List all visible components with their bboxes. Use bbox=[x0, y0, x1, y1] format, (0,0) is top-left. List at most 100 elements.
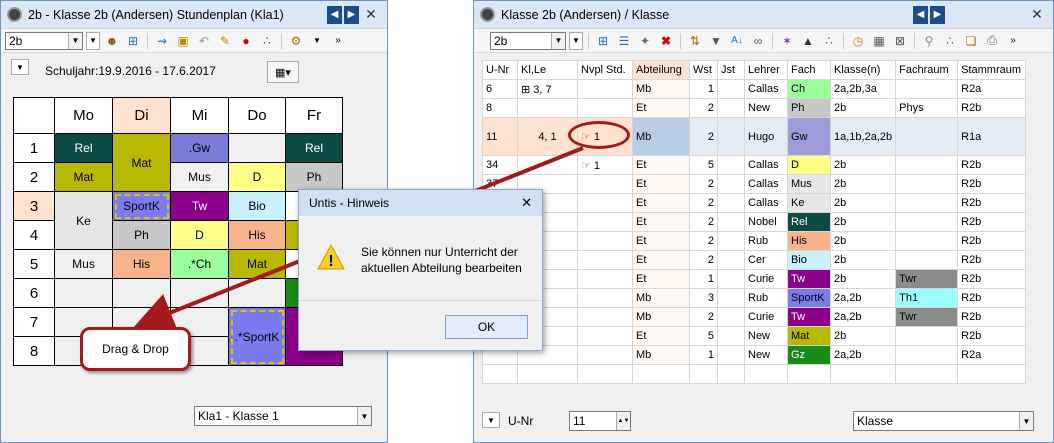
table-cell-empty[interactable] bbox=[689, 364, 718, 384]
table-cell-abt[interactable]: Mb bbox=[632, 345, 690, 365]
new-icon[interactable]: ✦ bbox=[636, 32, 654, 50]
print-icon[interactable]: ⎙ bbox=[983, 32, 1001, 50]
lesson-cell[interactable]: D bbox=[170, 220, 229, 250]
table-cell-abt[interactable]: Et bbox=[632, 250, 690, 270]
table-row[interactable]: Mb 1 New Gz 2a,2b R2a bbox=[482, 345, 1027, 365]
table-cell-wst[interactable]: 2 bbox=[689, 98, 718, 118]
column-header[interactable]: Klasse(n) bbox=[829, 60, 897, 80]
grid-plus-icon[interactable]: ⊞ bbox=[124, 32, 142, 50]
table-cell-jst[interactable] bbox=[717, 98, 745, 118]
column-header[interactable]: Lehrer bbox=[744, 60, 788, 80]
table-cell-stammraum[interactable]: R2b bbox=[957, 326, 1027, 346]
table-cell-abt[interactable]: Mb bbox=[632, 117, 690, 156]
table-cell-lehrer[interactable]: Callas bbox=[744, 79, 788, 99]
table-cell-empty[interactable] bbox=[829, 364, 897, 384]
table-cell-jst[interactable] bbox=[717, 117, 745, 156]
grid-x-icon[interactable]: ⊠ bbox=[891, 32, 909, 50]
table-cell-wst[interactable]: 2 bbox=[689, 117, 718, 156]
table-cell-wst[interactable]: 2 bbox=[689, 307, 718, 327]
close-icon[interactable]: ✕ bbox=[1027, 6, 1047, 23]
table-cell-nvpl[interactable] bbox=[577, 98, 633, 118]
table-cell-lehrer[interactable]: New bbox=[744, 326, 788, 346]
table-cell-fachraum[interactable] bbox=[895, 345, 959, 365]
table-cell-lehrer[interactable]: Callas bbox=[744, 174, 788, 194]
empty-cell[interactable] bbox=[112, 278, 171, 308]
table-cell-wst[interactable]: 2 bbox=[689, 231, 718, 251]
table-cell-fachraum[interactable]: Twr bbox=[895, 269, 959, 289]
delete-icon[interactable]: ✖ bbox=[657, 32, 675, 50]
table-cell-fach[interactable]: SportK bbox=[787, 288, 831, 308]
table-cell-fachraum[interactable] bbox=[895, 155, 959, 175]
next-arrow-icon[interactable]: ▶ bbox=[930, 5, 945, 24]
lesson-cell[interactable]: Mat bbox=[54, 162, 113, 192]
table-cell-klle[interactable] bbox=[517, 98, 578, 118]
empty-cell[interactable] bbox=[228, 133, 286, 163]
table-cell-fachraum[interactable] bbox=[895, 79, 959, 99]
chevron-down-icon[interactable]: ▼ bbox=[68, 32, 82, 49]
table-cell-abt[interactable]: Mb bbox=[632, 288, 690, 308]
table-cell-lehrer[interactable]: New bbox=[744, 98, 788, 118]
more-icon[interactable]: » bbox=[1004, 32, 1022, 50]
table-cell-fachraum[interactable] bbox=[895, 174, 959, 194]
table-cell-fachraum[interactable] bbox=[895, 193, 959, 213]
table-row[interactable]: 6 ⊞ 3, 7 Mb 1 Callas Ch 2a,2b,3a R2a bbox=[482, 79, 1027, 99]
table-row[interactable]: Et 2 Nobel Rel 2b R2b bbox=[482, 212, 1027, 232]
table-cell-nvpl[interactable] bbox=[577, 231, 633, 251]
table-cell-abt[interactable]: Mb bbox=[632, 79, 690, 99]
expand-plus-icon[interactable]: ⊞ bbox=[521, 84, 533, 96]
table-cell-fachraum[interactable] bbox=[895, 250, 959, 270]
table-cell-stammraum[interactable]: R2b bbox=[957, 193, 1027, 213]
table-cell-fachraum[interactable]: Th1 bbox=[895, 288, 959, 308]
table-cell-stammraum[interactable]: R1a bbox=[957, 117, 1027, 156]
table-cell-lehrer[interactable]: Curie bbox=[744, 307, 788, 327]
table-cell-nvpl[interactable] bbox=[577, 269, 633, 289]
empty-row[interactable] bbox=[482, 364, 1027, 384]
table-row[interactable]: Et 2 Callas Ke 2b R2b bbox=[482, 193, 1027, 213]
more-icon[interactable]: » bbox=[329, 32, 347, 50]
zoom-icon[interactable]: ⚲ bbox=[920, 32, 938, 50]
class-combo[interactable]: 2b ▼ bbox=[490, 31, 566, 50]
table-row[interactable]: 37 Et 2 Callas Mus 2b R2b bbox=[482, 174, 1027, 194]
table-cell-klle[interactable]: ⊞ 3, 7 bbox=[517, 79, 578, 99]
table-cell-jst[interactable] bbox=[717, 231, 745, 251]
clock-icon[interactable]: ◷ bbox=[849, 32, 867, 50]
table-cell-abt[interactable]: Et bbox=[632, 326, 690, 346]
lesson-cell[interactable]: Tw bbox=[170, 191, 229, 221]
undo-icon[interactable]: ↶ bbox=[195, 32, 213, 50]
table-cell-fach[interactable]: Ch bbox=[787, 79, 831, 99]
table-cell-lehrer[interactable]: Rub bbox=[744, 288, 788, 308]
table-cell-fach[interactable]: Tw bbox=[787, 307, 831, 327]
network-icon[interactable]: ∴ bbox=[258, 32, 276, 50]
table-cell-fach[interactable]: Mus bbox=[787, 174, 831, 194]
table-cell-klassen[interactable]: 2a,2b bbox=[829, 288, 897, 308]
table-cell-empty[interactable] bbox=[517, 364, 578, 384]
table-cell-klassen[interactable]: 1a,1b,2a,2b bbox=[829, 117, 897, 156]
table-cell-fach[interactable]: Bio bbox=[787, 250, 831, 270]
table-cell-fach[interactable]: Tw bbox=[787, 269, 831, 289]
table-cell-stammraum[interactable]: R2b bbox=[957, 212, 1027, 232]
table-cell-klassen[interactable]: 2a,2b bbox=[829, 307, 897, 327]
column-header[interactable]: U-Nr bbox=[482, 60, 518, 80]
table-cell-abt[interactable]: Et bbox=[632, 174, 690, 194]
lesson-cell[interactable]: Mat bbox=[112, 133, 171, 192]
table-cell-empty[interactable] bbox=[957, 364, 1027, 384]
window-icon[interactable]: ❏ bbox=[962, 32, 980, 50]
lesson-cell[interactable]: His bbox=[112, 249, 171, 279]
table-cell-klassen[interactable]: 2b bbox=[829, 250, 897, 270]
table-cell-empty[interactable] bbox=[744, 364, 788, 384]
table-cell-lehrer[interactable]: Callas bbox=[744, 155, 788, 175]
table-cell-nvpl[interactable] bbox=[577, 250, 633, 270]
table-cell-nvpl[interactable] bbox=[577, 193, 633, 213]
table-cell-wst[interactable]: 1 bbox=[689, 345, 718, 365]
lesson-cell[interactable]: His bbox=[228, 220, 286, 250]
network-icon[interactable]: ∴ bbox=[941, 32, 959, 50]
expand-down-icon[interactable]: ▼ bbox=[11, 59, 29, 75]
footer-class-combo[interactable]: Kla1 - Klasse 1 ▼ bbox=[194, 406, 372, 426]
table-cell-lehrer[interactable]: Curie bbox=[744, 269, 788, 289]
table-cell-jst[interactable] bbox=[717, 269, 745, 289]
close-icon[interactable]: ✕ bbox=[361, 6, 381, 23]
sort-icon[interactable]: ⇅ bbox=[686, 32, 704, 50]
table-cell-fach[interactable]: His bbox=[787, 231, 831, 251]
lesson-cell[interactable]: Ph bbox=[285, 162, 343, 192]
lesson-cell[interactable]: Mus bbox=[54, 249, 113, 279]
